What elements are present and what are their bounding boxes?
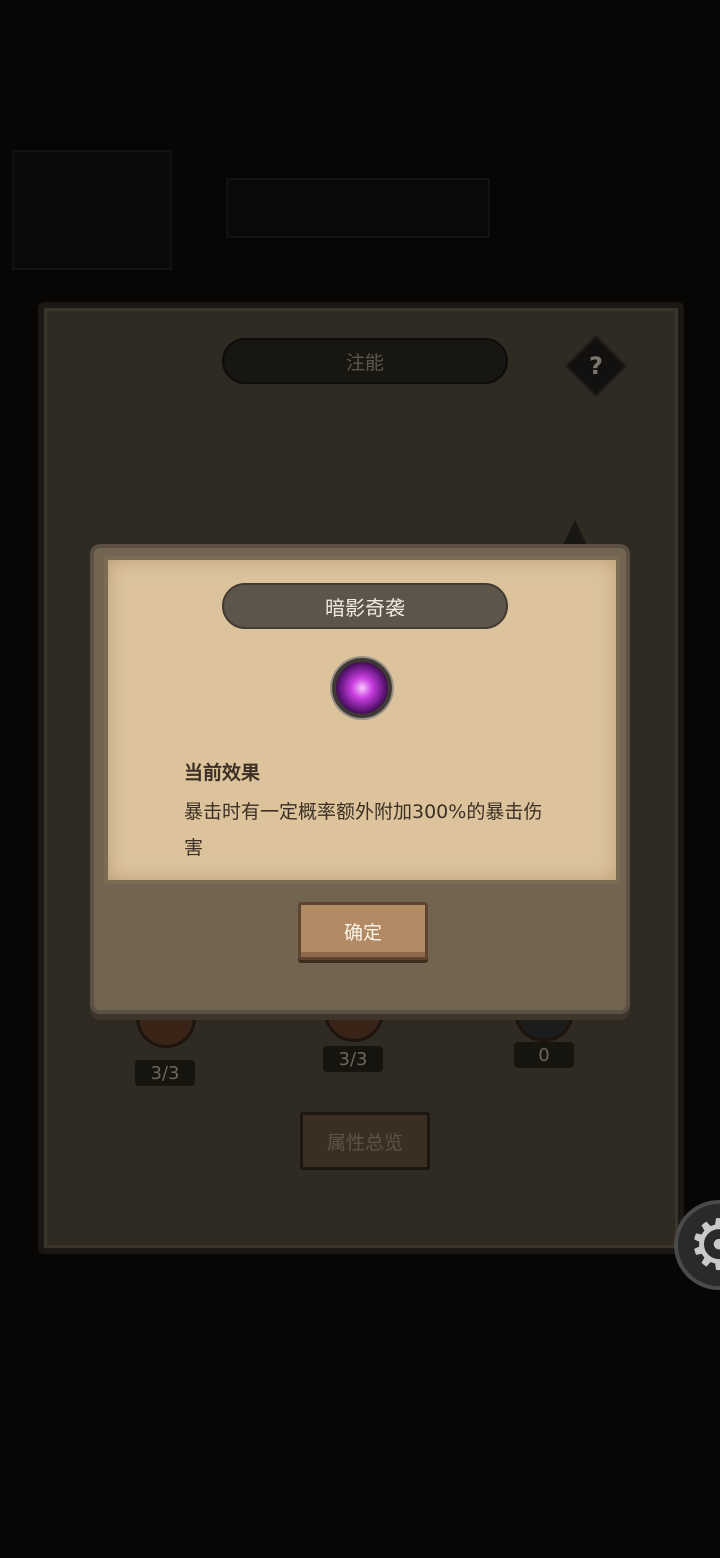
dialog-title: 暗影奇袭 (325, 595, 405, 620)
skill-dialog: 暗影奇袭 当前效果 暴击时有一定概率额外附加300%的暴击伤害 确定 (90, 544, 630, 1014)
infusion-title: 注能 (345, 351, 384, 374)
gear-icon: ⚙ (687, 1204, 720, 1286)
background-frame (12, 150, 172, 270)
help-button[interactable]: ? (564, 334, 628, 398)
confirm-button[interactable]: 确定 (298, 902, 428, 960)
shadow-orb-icon (332, 658, 392, 718)
attribute-overview-button[interactable]: 属性总览 (300, 1112, 430, 1170)
background-frame (226, 178, 490, 238)
game-screen: 注能 ? 3/3 3/3 0 属性总览 ⚙ 暗影奇袭 当前效果 暴击时有一定概率… (0, 0, 720, 1558)
effect-heading: 当前效果 (184, 762, 261, 784)
effect-description: 暴击时有一定概率额外附加300%的暴击伤害 (184, 801, 543, 859)
infusion-title-banner: 注能 (222, 338, 508, 384)
dialog-title-banner: 暗影奇袭 (222, 583, 508, 629)
dialog-parchment: 暗影奇袭 当前效果 暴击时有一定概率额外附加300%的暴击伤害 (104, 556, 620, 884)
help-icon: ? (589, 352, 603, 380)
slot-count: 3/3 (323, 1046, 383, 1072)
slot-count: 3/3 (135, 1060, 195, 1086)
slot-count: 0 (514, 1042, 574, 1068)
